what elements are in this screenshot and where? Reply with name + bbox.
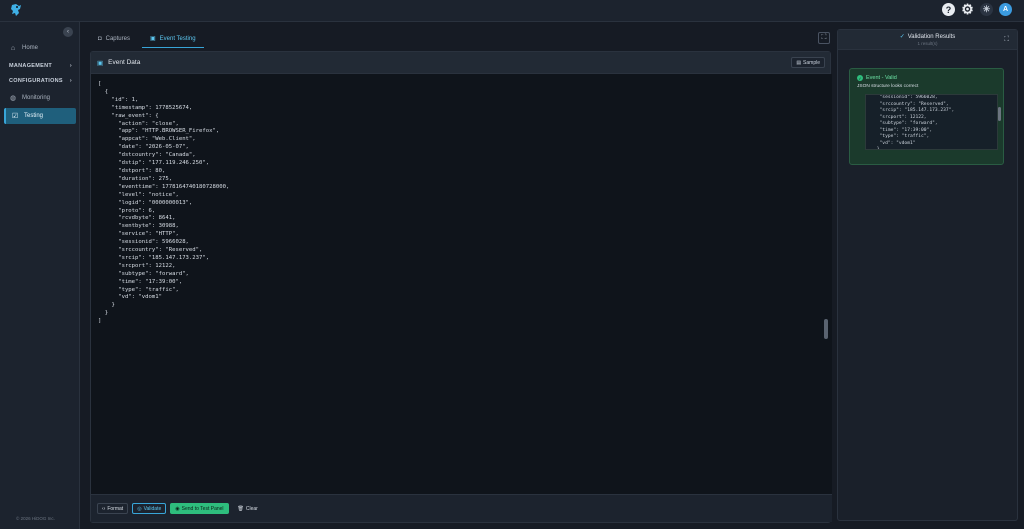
sidebar-section-configurations[interactable]: CONFIGURATIONS › [4, 74, 76, 88]
monitoring-icon: ◍ [9, 95, 17, 102]
main-content: ◘ Captures ▣ Event Testing ⛶ ▣ Event Dat… [80, 22, 834, 529]
validation-header: ✓ Validation Results 1 result(s) [838, 30, 1017, 50]
code-icon: ▣ [97, 59, 104, 67]
sidebar-item-label: Home [22, 45, 39, 51]
code-brackets-icon: ‹› [102, 505, 106, 512]
button-label: Validate [143, 505, 162, 512]
button-label: Send to Test Panel [181, 505, 224, 512]
validation-title-row: ✓ Validation Results [838, 33, 1017, 41]
help-icon[interactable]: ? [942, 3, 955, 16]
validation-subtitle: 1 result(s) [917, 41, 938, 46]
sidebar-section-management[interactable]: MANAGEMENT › [4, 59, 76, 73]
sidebar-section-label: CONFIGURATIONS [9, 78, 63, 84]
sidebar-collapse-button[interactable]: ‹ [63, 27, 73, 37]
theme-icon[interactable]: ✳ [980, 3, 993, 16]
trash-icon: 🗑 [237, 505, 244, 512]
tab-captures[interactable]: ◘ Captures [90, 30, 138, 48]
check-icon: ✓ [857, 75, 863, 81]
top-bar: ? ⚙ ✳ A [0, 0, 1024, 22]
fullscreen-button[interactable]: ⛶ [818, 32, 830, 44]
event-data-panel: ▣ Event Data ▤ Sample [ { "id": 1, "time… [90, 51, 832, 523]
logo-icon[interactable] [9, 3, 23, 18]
button-label: Format [107, 505, 124, 512]
validate-button[interactable]: ◎ Validate [132, 503, 167, 514]
editor-toolbar: ‹› Format ◎ Validate ◉ Send to Test Pane… [91, 494, 832, 522]
check-circle-icon: ✓ [899, 34, 905, 40]
sample-button[interactable]: ▤ Sample [791, 57, 825, 68]
result-message: JSON structure looks correct [857, 84, 919, 89]
tab-label: Captures [105, 36, 130, 42]
send-to-test-panel-button[interactable]: ◉ Send to Test Panel [170, 503, 229, 514]
clear-button[interactable]: 🗑 Clear [233, 503, 263, 514]
sidebar-section-label: MANAGEMENT [9, 63, 53, 69]
settings-gear-icon[interactable]: ⚙ [961, 1, 974, 17]
testing-icon: ☑ [11, 113, 19, 120]
result-title-row: ✓ Event - Valid [857, 75, 897, 81]
avatar[interactable]: A [999, 3, 1012, 16]
button-label: Clear [245, 505, 258, 512]
sidebar: ‹ ⌂ Home MANAGEMENT › CONFIGURATIONS › ◍… [0, 22, 80, 529]
panel-title: Event Data [108, 59, 141, 66]
chevron-left-icon: ‹ [67, 29, 69, 35]
result-json-preview[interactable]: "sessionid": 5966028, "srccountry": "Res… [865, 94, 998, 150]
result-title: Event - Valid [866, 75, 897, 81]
footer-copyright: © 2026 HiDOG Inc. [16, 516, 55, 521]
document-icon: ▤ [796, 59, 802, 66]
sidebar-item-label: Testing [24, 113, 44, 119]
validation-result-card: ✓ Event - Valid JSON structure looks cor… [849, 68, 1004, 165]
expand-icon[interactable]: ⛶ [1004, 36, 1009, 44]
check-circle-icon: ◎ [137, 505, 142, 512]
tab-label: Event Testing [159, 35, 196, 42]
tab-event-testing[interactable]: ▣ Event Testing [141, 30, 204, 48]
validation-panel: ✓ Validation Results 1 result(s) ⛶ ✓ Eve… [837, 29, 1018, 521]
home-icon: ⌂ [10, 44, 16, 52]
chevron-right-icon: › [69, 63, 72, 69]
expand-icon: ⛶ [821, 34, 827, 41]
sidebar-item-label: Monitoring [22, 95, 51, 101]
camera-icon: ◘ [98, 36, 102, 42]
sidebar-item-monitoring[interactable]: ◍ Monitoring [4, 91, 76, 105]
json-editor[interactable]: [ { "id": 1, "timestamp": 1778525674, "r… [91, 74, 832, 495]
send-icon: ◉ [175, 505, 180, 512]
sidebar-item-testing[interactable]: ☑ Testing [4, 108, 76, 124]
sidebar-item-home[interactable]: ⌂ Home [4, 41, 76, 55]
button-label: Sample [803, 59, 820, 66]
validation-title: Validation Results [907, 33, 956, 40]
tab-bar: ◘ Captures ▣ Event Testing [90, 30, 204, 48]
editor-scrollbar[interactable] [824, 319, 828, 339]
code-icon: ▣ [149, 36, 156, 42]
chevron-right-icon: › [69, 78, 72, 84]
format-button[interactable]: ‹› Format [97, 503, 129, 514]
event-data-header: ▣ Event Data [91, 52, 830, 74]
result-scrollbar[interactable] [998, 107, 1001, 121]
